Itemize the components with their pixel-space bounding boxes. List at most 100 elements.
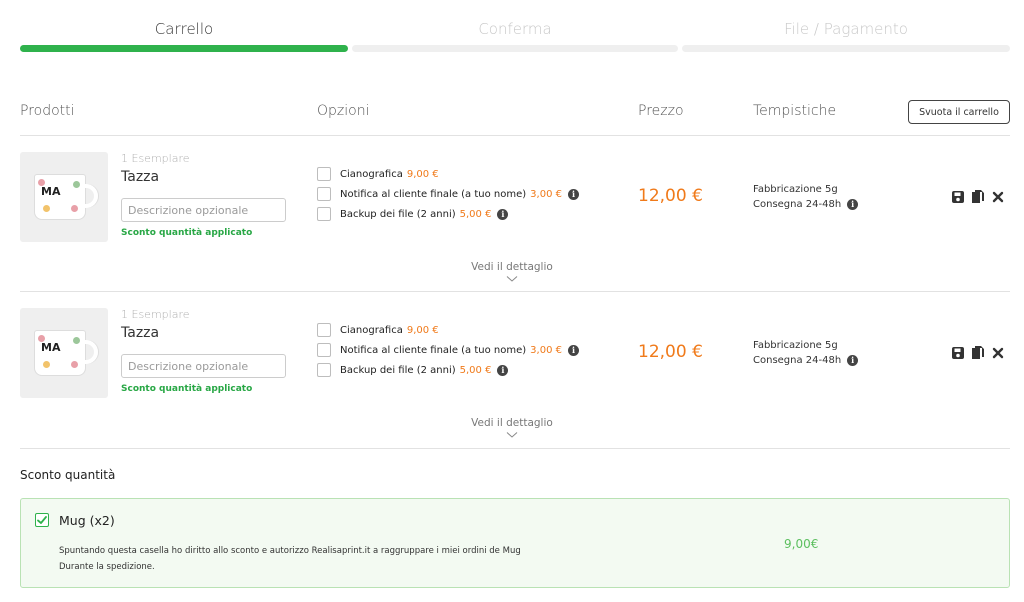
option-price: 5,00 € [459,208,492,220]
timing-info: Fabbricazione 5g Consegna 24-48h i [753,338,859,368]
mug-print-text: MA [41,185,61,198]
description-input[interactable] [121,198,286,222]
step-file-payment[interactable]: File / Pagamento [682,0,1010,60]
flower-decoration [71,361,78,368]
option-row: Cianografica 9,00 € [317,164,579,184]
option-price: 3,00 € [530,188,562,200]
item-price: 12,00 € [638,342,703,362]
info-icon[interactable]: i [567,188,579,200]
mug-icon: MA [34,174,86,220]
info-icon[interactable]: i [497,208,509,220]
option-checkbox[interactable] [317,363,331,377]
step-label: Conferma [478,20,552,38]
option-label: Backup dei file (2 anni) [340,208,456,220]
discount-applied-note: Sconto quantità applicato [121,384,253,394]
option-row: Backup dei file (2 anni) 5,00 € i [317,360,579,380]
empty-cart-button[interactable]: Svuota il carrello [908,100,1010,124]
copy-icon[interactable] [970,345,985,360]
flower-decoration [73,181,80,188]
checkout-steps: Carrello Conferma File / Pagamento [20,0,1010,60]
chevron-down-icon [506,432,518,438]
info-icon[interactable]: i [847,354,859,366]
view-detail-label: Vedi il dettaglio [471,417,553,429]
column-header-timing: Tempistiche [753,103,837,119]
delivery-time-row: Consegna 24-48h i [753,353,859,368]
option-label: Cianografica [340,324,403,336]
quantity-discount-text: Spuntando questa casella ho diritto allo… [59,546,521,572]
close-icon[interactable] [990,189,1005,204]
option-row: Notifica al cliente finale (a tuo nome) … [317,184,579,204]
cart-item-row: MA 1 Esemplare Tazza Sconto quantità app… [0,292,1024,448]
option-checkbox[interactable] [317,343,331,357]
mug-handle [82,340,98,364]
product-name: Tazza [121,325,160,341]
chevron-down-icon [506,276,518,282]
option-row: Notifica al cliente finale (a tuo nome) … [317,340,579,360]
step-progress-bar [20,45,348,52]
option-price: 3,00 € [530,344,562,356]
option-label: Backup dei file (2 anni) [340,364,456,376]
view-detail-link[interactable]: Vedi il dettaglio [0,417,1024,439]
item-actions [950,345,1005,360]
option-row: Backup dei file (2 anni) 5,00 € i [317,204,579,224]
quantity-discount-checkbox[interactable] [35,513,49,527]
delivery-time: Consegna 24-48h [753,199,842,210]
flower-decoration [43,361,50,368]
save-icon[interactable] [950,189,965,204]
product-image[interactable]: MA [20,308,108,398]
option-checkbox[interactable] [317,167,331,181]
delivery-time: Consegna 24-48h [753,355,842,366]
option-checkbox[interactable] [317,187,331,201]
close-icon[interactable] [990,345,1005,360]
quantity-discount-box: Mug (x2) Spuntando questa casella ho dir… [20,498,1010,588]
option-label: Notifica al cliente finale (a tuo nome) [340,188,527,200]
option-price: 9,00 € [406,324,439,336]
info-icon[interactable]: i [497,364,509,376]
info-icon[interactable]: i [567,344,579,356]
flower-decoration [38,335,45,342]
mug-icon: MA [34,330,86,376]
option-row: Cianografica 9,00 € [317,320,579,340]
discount-applied-note: Sconto quantità applicato [121,228,253,238]
description-input[interactable] [121,354,286,378]
view-detail-link[interactable]: Vedi il dettaglio [0,261,1024,283]
mug-print-text: MA [41,341,61,354]
product-quantity: 1 Esemplare [121,152,190,165]
step-progress-bar [682,45,1010,52]
info-icon[interactable]: i [847,198,859,210]
save-icon[interactable] [950,345,965,360]
flower-decoration [43,205,50,212]
column-header-price: Prezzo [638,103,684,119]
view-detail-label: Vedi il dettaglio [471,261,553,273]
flower-decoration [38,179,45,186]
options-list: Cianografica 9,00 € Notifica al cliente … [317,164,579,224]
step-confirm[interactable]: Conferma [352,0,678,60]
timing-info: Fabbricazione 5g Consegna 24-48h i [753,182,859,212]
flower-decoration [71,205,78,212]
copy-icon[interactable] [970,189,985,204]
quantity-discount-amount: 9,00€ [784,537,819,551]
product-quantity: 1 Esemplare [121,308,190,321]
options-list: Cianografica 9,00 € Notifica al cliente … [317,320,579,380]
step-cart[interactable]: Carrello [20,0,348,60]
divider [20,448,1010,449]
step-label: File / Pagamento [784,20,908,38]
column-header-products: Prodotti [20,103,75,119]
product-image[interactable]: MA [20,152,108,242]
item-price: 12,00 € [638,186,703,206]
mug-handle [82,184,98,208]
delivery-time-row: Consegna 24-48h i [753,197,859,212]
option-checkbox[interactable] [317,207,331,221]
item-actions [950,189,1005,204]
option-checkbox[interactable] [317,323,331,337]
column-header-options: Opzioni [317,103,370,119]
step-progress-bar [352,45,678,52]
product-name: Tazza [121,169,160,185]
quantity-discount-title: Sconto quantità [20,468,116,482]
option-label: Notifica al cliente finale (a tuo nome) [340,344,527,356]
step-label: Carrello [154,20,214,38]
option-price: 9,00 € [406,168,439,180]
check-icon [37,516,47,524]
fabrication-time: Fabbricazione 5g [753,184,838,195]
cart-item-row: MA 1 Esemplare Tazza Sconto quantità app… [0,136,1024,292]
